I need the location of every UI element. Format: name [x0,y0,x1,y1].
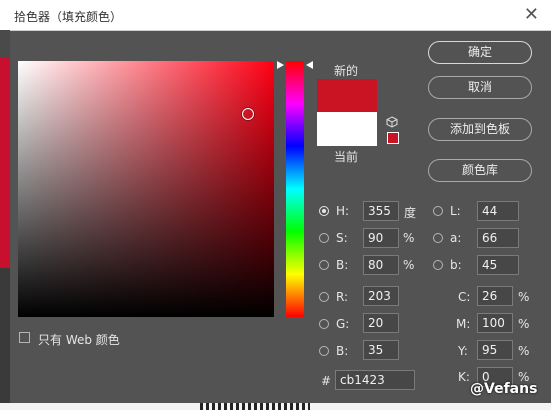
watermark: @Vefans [470,381,538,397]
current-color-label: 当前 [334,150,359,164]
radio-b[interactable] [319,260,329,270]
web-only-checkbox[interactable] [19,332,30,343]
unit-h: 度 [404,206,417,220]
radio-h[interactable] [319,206,329,216]
color-field[interactable] [18,61,274,317]
hue-slider-right-arrow-icon[interactable] [306,61,313,69]
unit-c: % [518,290,530,304]
unit-b: % [403,258,415,272]
radio-a[interactable] [433,233,443,243]
web-safe-swatch[interactable] [387,132,399,144]
label-r: R: [336,290,349,304]
hue-slider-left-arrow-icon[interactable] [277,61,284,69]
input-h[interactable]: 355 [363,201,399,221]
input-m[interactable]: 100 [477,313,513,333]
title-bar: 拾色器（填充颜色） ✕ [0,0,551,31]
radio-r[interactable] [319,292,329,302]
label-h: H: [336,204,350,218]
input-y[interactable]: 95 [477,340,513,360]
label-g: G: [336,317,350,331]
label-s: S: [336,231,348,245]
input-g[interactable]: 20 [363,313,399,333]
radio-lab-b[interactable] [433,260,443,270]
label-y: Y: [458,344,468,358]
cancel-button[interactable]: 取消 [428,76,532,99]
label-b: B: [336,258,349,272]
hex-input[interactable]: cb1423 [335,370,415,390]
hue-slider[interactable] [286,61,304,317]
input-s[interactable]: 90 [363,228,399,248]
input-a[interactable]: 66 [477,228,519,248]
radio-rgb-b[interactable] [319,346,329,356]
label-rgb-b: B: [336,344,349,358]
label-l: L: [450,204,461,218]
new-color-label: 新的 [334,64,359,78]
web-only-label: 只有 Web 颜色 [38,333,120,347]
current-color-swatch[interactable] [317,112,377,146]
radio-s[interactable] [319,233,329,243]
unit-y: % [518,344,530,358]
dialog-title: 拾色器（填充颜色） [14,10,123,24]
unit-m: % [518,317,530,331]
background-document [0,30,10,410]
ok-button[interactable]: 确定 [428,41,532,64]
add-to-swatches-button[interactable]: 添加到色板 [428,118,532,141]
label-c: C: [458,290,471,304]
input-l[interactable]: 44 [477,201,519,221]
new-color-swatch [317,79,377,112]
label-lab-b: b: [450,258,462,272]
background-gray [0,30,10,58]
color-libraries-button[interactable]: 颜色库 [428,159,532,182]
radio-g[interactable] [319,319,329,329]
close-icon[interactable]: ✕ [524,4,539,25]
background-red [0,58,10,268]
background-bottom [0,403,551,410]
label-a: a: [450,231,462,245]
web-safe-cube-icon[interactable] [386,116,398,128]
color-field-cursor[interactable] [242,108,254,120]
background-pattern [200,403,310,410]
hex-label: # [321,374,332,388]
input-lab-b[interactable]: 45 [477,255,519,275]
input-rgb-b[interactable]: 35 [363,340,399,360]
label-m: M: [456,317,471,331]
radio-l[interactable] [433,206,443,216]
input-r[interactable]: 203 [363,286,399,306]
input-b[interactable]: 80 [363,255,399,275]
label-k: K: [458,370,470,384]
unit-s: % [403,231,415,245]
input-c[interactable]: 26 [477,286,513,306]
